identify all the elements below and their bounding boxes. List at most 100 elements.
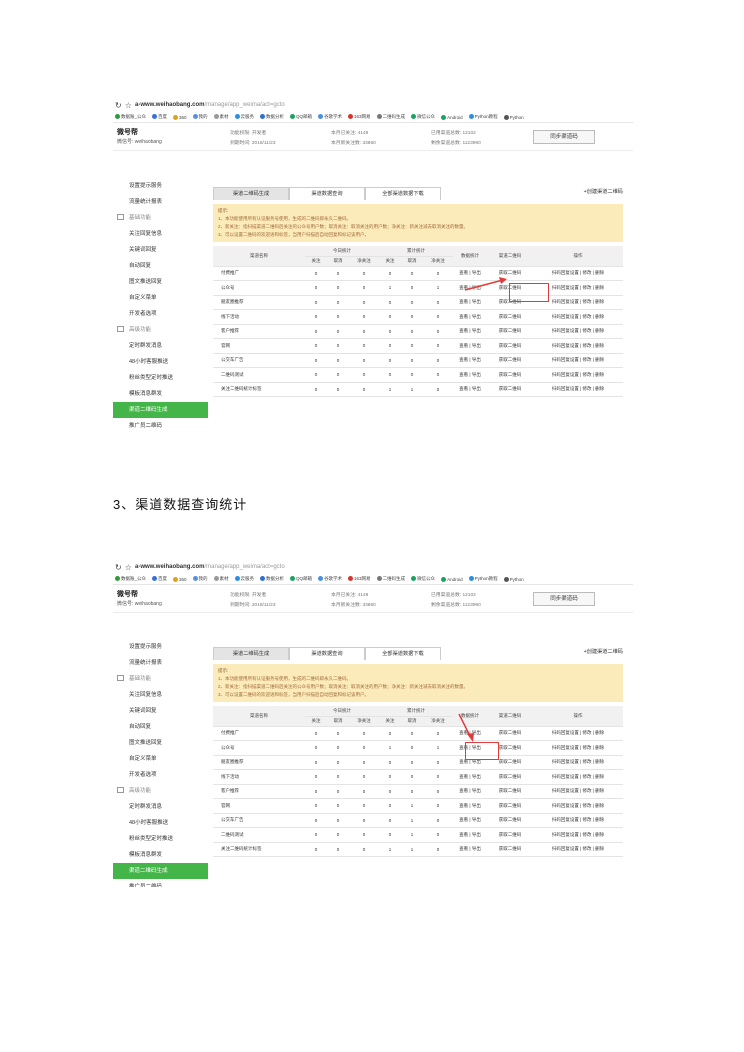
bookmark-item[interactable]: 我的: [192, 576, 208, 582]
create-qr-link[interactable]: +创建渠道二维码: [584, 648, 623, 655]
get-qr-link[interactable]: 获取二维码: [487, 382, 533, 397]
bookmark-item[interactable]: 163网易: [348, 576, 371, 582]
get-qr-link[interactable]: 获取二维码: [487, 353, 533, 368]
row-actions[interactable]: 扫码回复设置 | 修改 | 删除: [533, 382, 623, 397]
view-export-link[interactable]: 查看 | 导出: [453, 309, 487, 325]
sidebar-item[interactable]: 推广员二维码: [113, 418, 208, 430]
sidebar-item[interactable]: 48小时客服推送: [113, 354, 208, 370]
row-actions[interactable]: 扫码回复设置 | 修改 | 删除: [533, 338, 623, 354]
bookmark-item[interactable]: 二维码生成: [376, 114, 405, 120]
bookmark-item[interactable]: Python教程: [468, 114, 498, 120]
bookmark-item[interactable]: 数据账_公众: [115, 576, 146, 582]
view-export-link[interactable]: 查看 | 导出: [453, 353, 487, 368]
back-refresh-icon[interactable]: ↻☆: [115, 101, 135, 110]
tab-qr-create[interactable]: 渠道二维码生成: [213, 187, 289, 200]
view-export-link[interactable]: 查看 | 导出: [453, 798, 487, 814]
bookmark-item[interactable]: QQ邮箱: [290, 576, 312, 582]
sidebar-item[interactable]: 定时群发消息: [113, 799, 208, 815]
get-qr-link[interactable]: 获取二维码: [487, 309, 533, 325]
get-qr-link[interactable]: 获取二维码: [487, 726, 533, 741]
bookmark-item[interactable]: Android: [441, 114, 463, 120]
bookmark-item[interactable]: 百度: [152, 114, 167, 120]
row-actions[interactable]: 扫码回复设置 | 修改 | 删除: [533, 266, 623, 281]
bookmark-item[interactable]: 素材: [213, 114, 229, 120]
sidebar-item[interactable]: 设置提示服务: [113, 639, 208, 655]
back-refresh-icon[interactable]: ↻☆: [115, 563, 135, 572]
tab-download-all[interactable]: 全部渠道数据下载: [365, 647, 441, 660]
sidebar-item[interactable]: 粉丝类型定时推送: [113, 831, 208, 847]
sync-button[interactable]: 同步渠道码: [533, 130, 595, 144]
sidebar-item[interactable]: 关键词回复: [113, 242, 208, 258]
row-actions[interactable]: 扫码回复设置 | 修改 | 删除: [533, 827, 623, 843]
get-qr-link[interactable]: 获取二维码: [487, 769, 533, 785]
view-export-link[interactable]: 查看 | 导出: [453, 295, 487, 310]
bookmark-item[interactable]: Python教程: [468, 576, 498, 582]
get-qr-link[interactable]: 获取二维码: [487, 842, 533, 857]
bookmark-item[interactable]: 二维码生成: [376, 576, 405, 582]
row-actions[interactable]: 扫码回复设置 | 修改 | 删除: [533, 324, 623, 339]
sidebar-item[interactable]: 关注回复信息: [113, 687, 208, 703]
get-qr-link[interactable]: 获取二维码: [487, 324, 533, 339]
sidebar-item[interactable]: 模板消息群发: [113, 847, 208, 863]
row-actions[interactable]: 扫码回复设置 | 修改 | 删除: [533, 769, 623, 785]
bookmark-item[interactable]: QQ邮箱: [290, 114, 312, 120]
address-bar[interactable]: ↻☆ a-www.weihaobang.com/manage/app_weima…: [113, 98, 633, 112]
sidebar-item[interactable]: 48小时客服推送: [113, 815, 208, 831]
bookmark-item[interactable]: 数据账_公众: [115, 114, 146, 120]
sidebar-item[interactable]: 模板消息群发: [113, 386, 208, 402]
tab-download-all[interactable]: 全部渠道数据下载: [365, 187, 441, 200]
bookmark-item[interactable]: 素材: [213, 576, 229, 582]
get-qr-link[interactable]: 获取二维码: [487, 813, 533, 828]
get-qr-link[interactable]: 获取二维码: [487, 798, 533, 814]
bookmark-item[interactable]: 谷歌学术: [318, 576, 342, 582]
view-export-link[interactable]: 查看 | 导出: [453, 769, 487, 785]
sidebar-item[interactable]: 图文推送回复: [113, 274, 208, 290]
sidebar-item[interactable]: 流量统计报表: [113, 194, 208, 210]
sidebar-item[interactable]: 设置提示服务: [113, 178, 208, 194]
get-qr-link[interactable]: 获取二维码: [487, 338, 533, 354]
view-export-link[interactable]: 查看 | 导出: [453, 324, 487, 339]
sidebar-item[interactable]: 图文推送回复: [113, 735, 208, 751]
view-export-link[interactable]: 查看 | 导出: [453, 382, 487, 397]
bookmark-item[interactable]: Android: [441, 576, 463, 582]
bookmark-item[interactable]: 我的: [192, 114, 208, 120]
sidebar-item[interactable]: 关注回复信息: [113, 226, 208, 242]
sidebar-item[interactable]: 自动回复: [113, 719, 208, 735]
view-export-link[interactable]: 查看 | 导出: [453, 813, 487, 828]
view-export-link[interactable]: 查看 | 导出: [453, 367, 487, 383]
row-actions[interactable]: 扫码回复设置 | 修改 | 删除: [533, 309, 623, 325]
view-export-link[interactable]: 查看 | 导出: [453, 842, 487, 857]
sidebar-item[interactable]: 关键词回复: [113, 703, 208, 719]
get-qr-link[interactable]: 获取二维码: [487, 367, 533, 383]
bookmark-item[interactable]: Python: [503, 114, 524, 120]
bookmark-item[interactable]: Python: [503, 576, 524, 582]
bookmark-item[interactable]: 360: [173, 576, 187, 582]
sidebar-item[interactable]: 开发者选项: [113, 306, 208, 322]
view-export-link[interactable]: 查看 | 导出: [453, 338, 487, 354]
bookmark-item[interactable]: 微信公众: [411, 114, 435, 120]
sidebar-item[interactable]: 自动回复: [113, 258, 208, 274]
bookmark-item[interactable]: 云服务: [234, 114, 254, 120]
bookmark-item[interactable]: 数据分析: [260, 114, 284, 120]
view-export-link[interactable]: 查看 | 导出: [453, 827, 487, 843]
row-actions[interactable]: 扫码回复设置 | 修改 | 删除: [533, 813, 623, 828]
bookmark-item[interactable]: 微信公众: [411, 576, 435, 582]
tab-data-query[interactable]: 渠道数据查询: [289, 187, 365, 200]
sidebar-item[interactable]: 渠道二维码生成: [113, 402, 208, 418]
row-actions[interactable]: 扫码回复设置 | 修改 | 删除: [533, 755, 623, 770]
sidebar-item[interactable]: 渠道二维码生成: [113, 863, 208, 879]
row-actions[interactable]: 扫码回复设置 | 修改 | 删除: [533, 798, 623, 814]
view-export-link[interactable]: 查看 | 导出: [453, 784, 487, 799]
sidebar-item[interactable]: 自定义菜单: [113, 751, 208, 767]
bookmark-item[interactable]: 谷歌学术: [318, 114, 342, 120]
sidebar-item[interactable]: 定时群发消息: [113, 338, 208, 354]
bookmark-item[interactable]: 百度: [152, 576, 167, 582]
row-actions[interactable]: 扫码回复设置 | 修改 | 删除: [533, 367, 623, 383]
get-qr-link[interactable]: 获取二维码: [487, 784, 533, 799]
bookmark-item[interactable]: 云服务: [234, 576, 254, 582]
tab-data-query[interactable]: 渠道数据查询: [289, 647, 365, 660]
sidebar-item[interactable]: 流量统计报表: [113, 655, 208, 671]
sidebar-item[interactable]: 粉丝类型定时推送: [113, 370, 208, 386]
sidebar-item[interactable]: 自定义菜单: [113, 290, 208, 306]
sync-button[interactable]: 同步渠道码: [533, 592, 595, 606]
